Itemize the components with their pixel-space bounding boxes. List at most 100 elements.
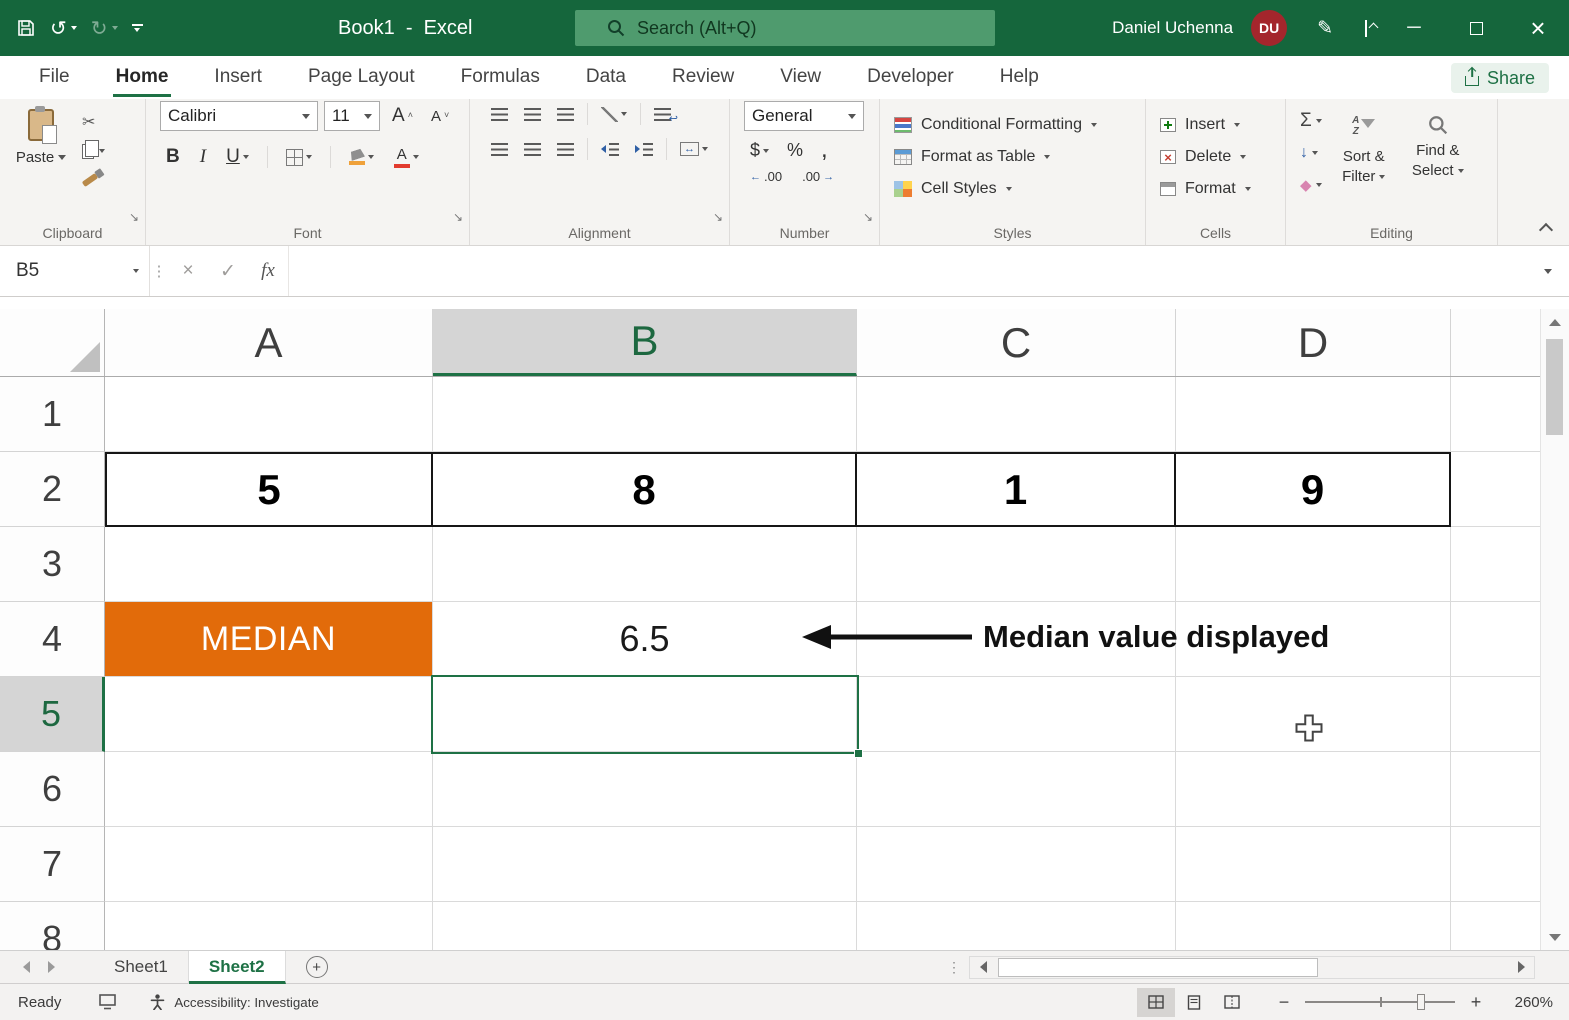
cell-B3[interactable]	[433, 527, 857, 602]
row-header-1[interactable]: 1	[0, 377, 105, 452]
clear-button[interactable]: ◆	[1300, 173, 1322, 197]
tab-help[interactable]: Help	[977, 56, 1062, 99]
cell-A7[interactable]	[105, 827, 433, 902]
alignment-dialog-launcher[interactable]: ↘	[713, 211, 723, 223]
align-middle-button[interactable]	[517, 105, 548, 124]
bold-button[interactable]: B	[160, 144, 186, 170]
scroll-up-button[interactable]	[1541, 309, 1569, 335]
cell-B8[interactable]	[433, 902, 857, 950]
insert-cells-button[interactable]: Insert	[1146, 109, 1241, 141]
conditional-formatting-button[interactable]: Conditional Formatting	[880, 109, 1097, 141]
cell-D8[interactable]	[1176, 902, 1451, 950]
normal-view-button[interactable]	[1137, 987, 1175, 1017]
cell-D3[interactable]	[1176, 527, 1451, 602]
underline-button[interactable]: U	[220, 144, 255, 170]
align-bottom-button[interactable]	[550, 105, 581, 124]
avatar[interactable]: DU	[1251, 10, 1288, 46]
zoom-out-button[interactable]: −	[1271, 992, 1297, 1013]
decrease-indent-button[interactable]	[594, 140, 626, 159]
tab-review[interactable]: Review	[649, 56, 757, 99]
ribbon-display-options-button[interactable]	[1365, 19, 1383, 37]
autosum-button[interactable]: Σ	[1300, 109, 1322, 133]
cell-B2[interactable]: 8	[433, 452, 857, 527]
sort-filter-button[interactable]: AZ Sort & Filter	[1332, 109, 1396, 197]
cell-C7[interactable]	[857, 827, 1176, 902]
cell-E8[interactable]	[1451, 902, 1540, 950]
previous-sheet-button[interactable]	[14, 961, 39, 973]
increase-decimal-button[interactable]: ← .00	[744, 168, 788, 185]
page-break-preview-button[interactable]	[1213, 988, 1251, 1017]
percent-format-button[interactable]: %	[781, 139, 809, 162]
tab-file[interactable]: File	[16, 56, 93, 99]
wrap-text-button[interactable]: ↩	[647, 105, 678, 125]
new-sheet-button[interactable]: +	[305, 956, 328, 978]
name-box-resize-handle[interactable]: ⋮	[150, 246, 168, 296]
accessibility-checker-button[interactable]: Accessibility: Investigate	[150, 994, 319, 1010]
name-box[interactable]: B5	[0, 246, 150, 296]
formula-bar-expand-button[interactable]	[1527, 246, 1569, 296]
column-header-c[interactable]: C	[857, 309, 1176, 376]
fill-color-button[interactable]	[343, 148, 380, 167]
cell-A4-median-label[interactable]: MEDIAN	[105, 602, 433, 677]
tab-formulas[interactable]: Formulas	[438, 56, 563, 99]
tab-developer[interactable]: Developer	[844, 56, 977, 99]
increase-font-size-button[interactable]: A ˄	[386, 103, 419, 129]
save-button[interactable]	[16, 18, 36, 38]
number-dialog-launcher[interactable]: ↘	[863, 211, 873, 223]
tab-data[interactable]: Data	[563, 56, 649, 99]
cell-A5[interactable]	[105, 677, 433, 752]
cell-E1[interactable]	[1451, 377, 1540, 452]
cut-button[interactable]: ✂	[82, 111, 105, 133]
find-select-button[interactable]: Find & Select	[1406, 109, 1470, 197]
cell-B7[interactable]	[433, 827, 857, 902]
cell-B4-median-value[interactable]: 6.5	[433, 602, 857, 677]
cell-D6[interactable]	[1176, 752, 1451, 827]
vertical-scrollbar[interactable]	[1540, 309, 1569, 950]
italic-button[interactable]: I	[194, 144, 212, 170]
macro-record-button[interactable]	[99, 994, 117, 1010]
formula-input[interactable]	[288, 246, 1527, 296]
next-sheet-button[interactable]	[39, 961, 64, 973]
customize-quick-access-toolbar-button[interactable]	[131, 24, 143, 32]
font-dialog-launcher[interactable]: ↘	[453, 211, 463, 223]
zoom-level[interactable]: 260%	[1495, 994, 1553, 1011]
cell-C3[interactable]	[857, 527, 1176, 602]
cell-C1[interactable]	[857, 377, 1176, 452]
vertical-scrollbar-thumb[interactable]	[1546, 339, 1563, 435]
column-header-b[interactable]: B	[433, 309, 857, 376]
paste-button[interactable]: Paste	[12, 106, 70, 191]
cell-E5[interactable]	[1451, 677, 1540, 752]
column-header-a[interactable]: A	[105, 309, 433, 376]
align-left-button[interactable]	[484, 140, 515, 159]
zoom-slider[interactable]	[1305, 994, 1455, 1010]
cell-A1[interactable]	[105, 377, 433, 452]
row-header-4[interactable]: 4	[0, 602, 105, 677]
cell-C8[interactable]	[857, 902, 1176, 950]
copy-button[interactable]	[82, 139, 105, 162]
format-painter-button[interactable]	[81, 169, 105, 191]
cell-B6[interactable]	[433, 752, 857, 827]
cell-styles-button[interactable]: Cell Styles	[880, 173, 1012, 205]
horizontal-scrollbar[interactable]	[969, 955, 1535, 979]
share-button[interactable]: Share	[1450, 63, 1549, 93]
select-all-button[interactable]	[0, 309, 105, 376]
minimize-button[interactable]: ─	[1383, 0, 1445, 56]
cell-D7[interactable]	[1176, 827, 1451, 902]
font-name-select[interactable]: Calibri	[160, 101, 318, 131]
enter-button[interactable]: ✓	[208, 246, 248, 296]
cell-C2[interactable]: 1	[857, 452, 1176, 527]
cancel-button[interactable]: ×	[168, 246, 208, 296]
cell-D2[interactable]: 9	[1176, 452, 1451, 527]
increase-indent-button[interactable]	[628, 140, 660, 159]
cell-A6[interactable]	[105, 752, 433, 827]
cell-A2[interactable]: 5	[105, 452, 433, 527]
tab-view[interactable]: View	[757, 56, 844, 99]
font-color-button[interactable]: A	[388, 145, 425, 170]
cell-E2[interactable]	[1451, 452, 1540, 527]
number-format-select[interactable]: General	[744, 101, 864, 131]
comma-format-button[interactable]: ,	[815, 137, 834, 162]
cell-B5-active[interactable]	[433, 677, 857, 752]
sheet-tab-sheet1[interactable]: Sheet1	[94, 950, 189, 984]
cell-A3[interactable]	[105, 527, 433, 602]
tab-splitter-handle[interactable]: ⋮	[939, 959, 969, 976]
